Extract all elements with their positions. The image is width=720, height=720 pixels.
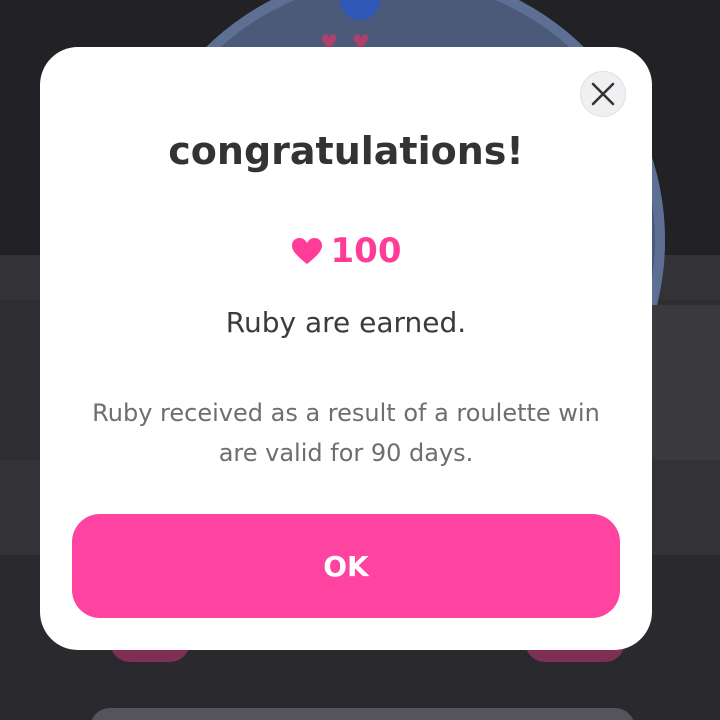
close-icon	[591, 82, 615, 106]
game-screen: ♥♥ congratulations! 100 Ruby are earned.…	[0, 0, 720, 720]
reward-amount: 100	[330, 231, 402, 271]
earned-message: Ruby are earned.	[225, 306, 467, 339]
dialog-title: congratulations!	[168, 129, 524, 173]
background-side-card	[652, 305, 720, 460]
validity-notice: Ruby received as a result of a roulette …	[70, 393, 622, 473]
close-button[interactable]	[580, 71, 626, 117]
validity-notice-line1: Ruby received as a result of a roulette …	[92, 399, 600, 427]
reward-amount-row: 100	[40, 229, 652, 273]
ok-button[interactable]: OK	[72, 514, 620, 618]
validity-notice-line2: are valid for 90 days.	[218, 439, 474, 467]
reward-dialog: congratulations! 100 Ruby are earned. Ru…	[40, 47, 652, 650]
heart-icon	[291, 238, 322, 264]
background-bottom-bar	[90, 708, 635, 720]
